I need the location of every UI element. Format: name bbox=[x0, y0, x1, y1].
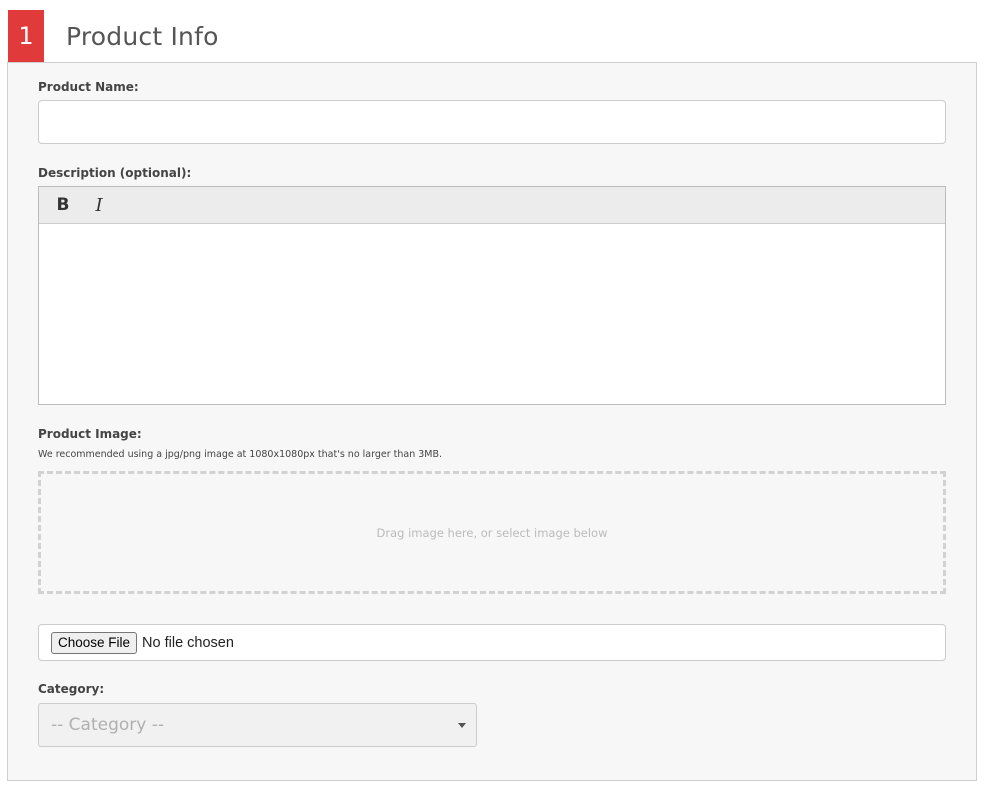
file-status-text: No file chosen bbox=[142, 634, 234, 651]
category-select[interactable]: -- Category -- bbox=[38, 703, 477, 747]
product-name-input[interactable] bbox=[38, 100, 946, 144]
choose-file-button[interactable]: Choose File bbox=[51, 631, 138, 654]
bold-icon[interactable]: B bbox=[51, 193, 75, 217]
step-header: 1 Product Info bbox=[8, 10, 219, 62]
description-label: Description (optional): bbox=[38, 166, 192, 180]
category-selected-value: -- Category -- bbox=[51, 715, 164, 735]
description-text-area[interactable] bbox=[39, 224, 945, 405]
section-title: Product Info bbox=[66, 21, 219, 51]
image-dropzone[interactable]: Drag image here, or select image below bbox=[38, 471, 946, 594]
product-name-label: Product Name: bbox=[38, 80, 139, 94]
step-number-badge: 1 bbox=[8, 10, 44, 62]
product-image-label: Product Image: bbox=[38, 427, 142, 441]
dropzone-text: Drag image here, or select image below bbox=[376, 525, 608, 540]
italic-icon[interactable]: I bbox=[87, 193, 111, 217]
caret-down-icon bbox=[458, 723, 466, 728]
category-label: Category: bbox=[38, 682, 105, 696]
image-help-text: We recommended using a jpg/png image at … bbox=[38, 449, 443, 460]
description-editor: B I bbox=[38, 186, 946, 405]
editor-toolbar: B I bbox=[39, 187, 945, 224]
product-info-panel: Product Name: Description (optional): B … bbox=[7, 62, 977, 781]
file-input[interactable]: Choose File No file chosen bbox=[38, 624, 946, 661]
